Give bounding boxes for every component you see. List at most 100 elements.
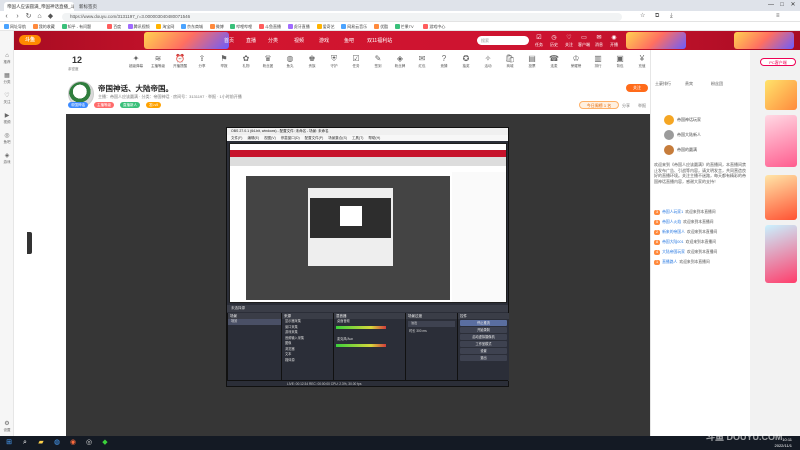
- transition-duration[interactable]: 时长 300 ms: [406, 329, 457, 335]
- toolbar-item[interactable]: ▤ 投票: [520, 54, 544, 69]
- nav-live[interactable]: 直播: [246, 37, 256, 44]
- rail-category[interactable]: ▦ 分类: [0, 73, 14, 85]
- pc-client-button[interactable]: PC客户端: [760, 58, 796, 66]
- toolbar-item[interactable]: ≋ 主播等级: [146, 54, 170, 69]
- bookmark-item[interactable]: 淘宝网: [156, 23, 174, 30]
- bookmark-item[interactable]: 优酷: [374, 23, 388, 30]
- toolbar-item[interactable]: ✉ 红包: [410, 54, 434, 69]
- toolbar-item[interactable]: ✿ 礼物: [234, 54, 258, 69]
- browser-tab[interactable]: 新标签页: [76, 2, 146, 11]
- banner-art-right[interactable]: [626, 32, 686, 49]
- toolbar-item[interactable]: ⇪ 分享: [190, 54, 214, 69]
- toolbar-item[interactable]: ☑ 任务: [344, 54, 368, 69]
- obs-menu-tools[interactable]: 工具(T): [352, 136, 363, 140]
- obs-menu-edit[interactable]: 编辑(E): [247, 136, 259, 140]
- toolbar-item[interactable]: ♚ 贵族: [300, 54, 324, 69]
- collapse-handle[interactable]: [27, 232, 32, 254]
- bookmark-item[interactable]: 网址导航: [4, 23, 26, 30]
- tab-rich[interactable]: 土豪排行: [655, 80, 671, 88]
- rank-row[interactable]: 帝国的圆满: [664, 144, 697, 156]
- obs-window[interactable]: OBS 27.0.1 (64-bit, windows) - 配置文件: 未命名…: [226, 127, 509, 387]
- home-icon[interactable]: ⌂: [35, 12, 44, 21]
- bookmark-item[interactable]: 游戏中心: [423, 23, 445, 30]
- room-tag[interactable]: 发Lv5: [146, 102, 162, 108]
- back-icon[interactable]: ‹: [2, 12, 11, 21]
- banner-art[interactable]: [144, 32, 229, 49]
- studio-mode-button[interactable]: 工作室模式: [460, 341, 507, 347]
- room-tag[interactable]: 帝国神话: [68, 102, 88, 108]
- browser-icon[interactable]: ◍: [52, 438, 62, 448]
- bookmark-item[interactable]: 京东商城: [181, 23, 203, 30]
- refresh-icon[interactable]: ↻: [24, 12, 33, 21]
- toolbar-item[interactable]: ✪ 抽奖: [454, 54, 478, 69]
- rank-row[interactable]: 帝国神话玩家: [664, 114, 701, 126]
- banner-art-right-2[interactable]: [734, 32, 794, 49]
- bookmark-item[interactable]: 腾讯视频: [127, 23, 150, 30]
- rail-home[interactable]: ⌂ 推荐: [0, 53, 14, 65]
- room-tag[interactable]: 直播新人: [120, 102, 140, 108]
- tab-fans[interactable]: 粉丝团: [711, 80, 723, 88]
- url-field[interactable]: https://www.douyu.com/3131197_r=3.000003…: [62, 12, 622, 21]
- rail-game[interactable]: ◈ 游戏: [0, 153, 14, 165]
- bookmark-item[interactable]: 微博: [209, 23, 224, 30]
- start-recording-button[interactable]: 开始录制: [460, 327, 507, 333]
- settings-button[interactable]: 设置: [460, 348, 507, 354]
- bookmark-item[interactable]: 芒果TV: [394, 23, 414, 30]
- toolbar-item[interactable]: ◈ 粉丝牌: [388, 54, 412, 69]
- extensions-icon[interactable]: ⧉: [655, 12, 659, 21]
- stop-streaming-button[interactable]: 停止推流: [460, 320, 507, 326]
- follow-icon[interactable]: ♡ 关注: [562, 34, 576, 48]
- browser-tab-active[interactable]: 帝国人应该圆满_帝国神话直播_斗鱼: [4, 2, 74, 11]
- exit-button[interactable]: 退出: [460, 355, 507, 361]
- obs-menu-file[interactable]: 文件(F): [231, 136, 242, 140]
- rail-follow[interactable]: ♡ 关注: [0, 93, 14, 105]
- start-icon[interactable]: ⊞: [4, 438, 14, 448]
- menu-icon[interactable]: ≡: [776, 12, 780, 21]
- folder-icon[interactable]: ▰: [36, 438, 46, 448]
- message-icon[interactable]: ✉ 消息: [592, 34, 606, 48]
- nav-category[interactable]: 分类: [268, 37, 278, 44]
- chat-app-icon[interactable]: ◆: [100, 438, 110, 448]
- obs-menu-view[interactable]: 视图(V): [264, 136, 276, 140]
- tab-vip[interactable]: 贵宾: [685, 80, 693, 88]
- ad-banner[interactable]: [765, 80, 797, 110]
- obs-menu-scenes[interactable]: 场景集合(S): [328, 136, 347, 140]
- toolbar-item[interactable]: ♔ 荣耀榜: [564, 54, 588, 69]
- obs-menu-help[interactable]: 帮助(H): [368, 136, 380, 140]
- forward-icon[interactable]: ›: [13, 12, 22, 21]
- toolbar-item[interactable]: 🛍 商城: [498, 54, 522, 69]
- nav-video[interactable]: 视频: [294, 37, 304, 44]
- room-tag[interactable]: 主播等级: [94, 102, 114, 108]
- rank-row[interactable]: 帝国大陆新人: [664, 129, 701, 141]
- nav-event[interactable]: 双11福利站: [367, 37, 392, 44]
- rail-yuba[interactable]: ◎ 鱼吧: [0, 133, 14, 145]
- toolbar-item[interactable]: ✧ 活动: [476, 54, 500, 69]
- toolbar-item[interactable]: ? 竞猜: [432, 54, 456, 69]
- download-icon[interactable]: ⤓: [670, 12, 673, 21]
- toolbar-item[interactable]: ▥ 排行: [586, 54, 610, 69]
- rail-settings[interactable]: ⚙ 设置: [0, 421, 14, 433]
- toolbar-item[interactable]: ✦ 超级弹幕: [124, 54, 148, 69]
- toolbar-item[interactable]: ◍ 鱼丸: [278, 54, 302, 69]
- client-icon[interactable]: ▭ 客户端: [577, 34, 591, 48]
- ad-banner[interactable]: [765, 115, 797, 167]
- obs-preview[interactable]: [229, 143, 507, 303]
- weekly-rank-button[interactable]: 今日周榜 1 名: [579, 101, 619, 109]
- report-link[interactable]: 举报: [638, 103, 646, 109]
- source-item[interactable]: 媒体源: [282, 358, 333, 364]
- nav-yuba[interactable]: 鱼吧: [344, 37, 354, 44]
- bookmark-item[interactable]: 网易云音乐: [341, 23, 367, 30]
- obs-menu-profile[interactable]: 配置文件(P): [305, 136, 324, 140]
- toolbar-item[interactable]: ⛨ 守护: [322, 54, 346, 69]
- site-logo[interactable]: 斗鱼: [19, 35, 41, 45]
- shield-icon[interactable]: ◆: [46, 12, 55, 21]
- toolbar-item[interactable]: ▣ 背包: [608, 54, 632, 69]
- search-icon[interactable]: ⌕: [20, 438, 30, 448]
- toolbar-item[interactable]: ♛ 粉丝团: [256, 54, 280, 69]
- share-link[interactable]: 分享: [622, 103, 630, 109]
- close-button[interactable]: ✕: [788, 1, 798, 10]
- obs-menu-docks[interactable]: 停靠窗口(D): [281, 136, 300, 140]
- scene-item[interactable]: 场景: [228, 319, 281, 325]
- maximize-button[interactable]: □: [777, 1, 787, 10]
- toolbar-item[interactable]: ☎ 连麦: [542, 54, 566, 69]
